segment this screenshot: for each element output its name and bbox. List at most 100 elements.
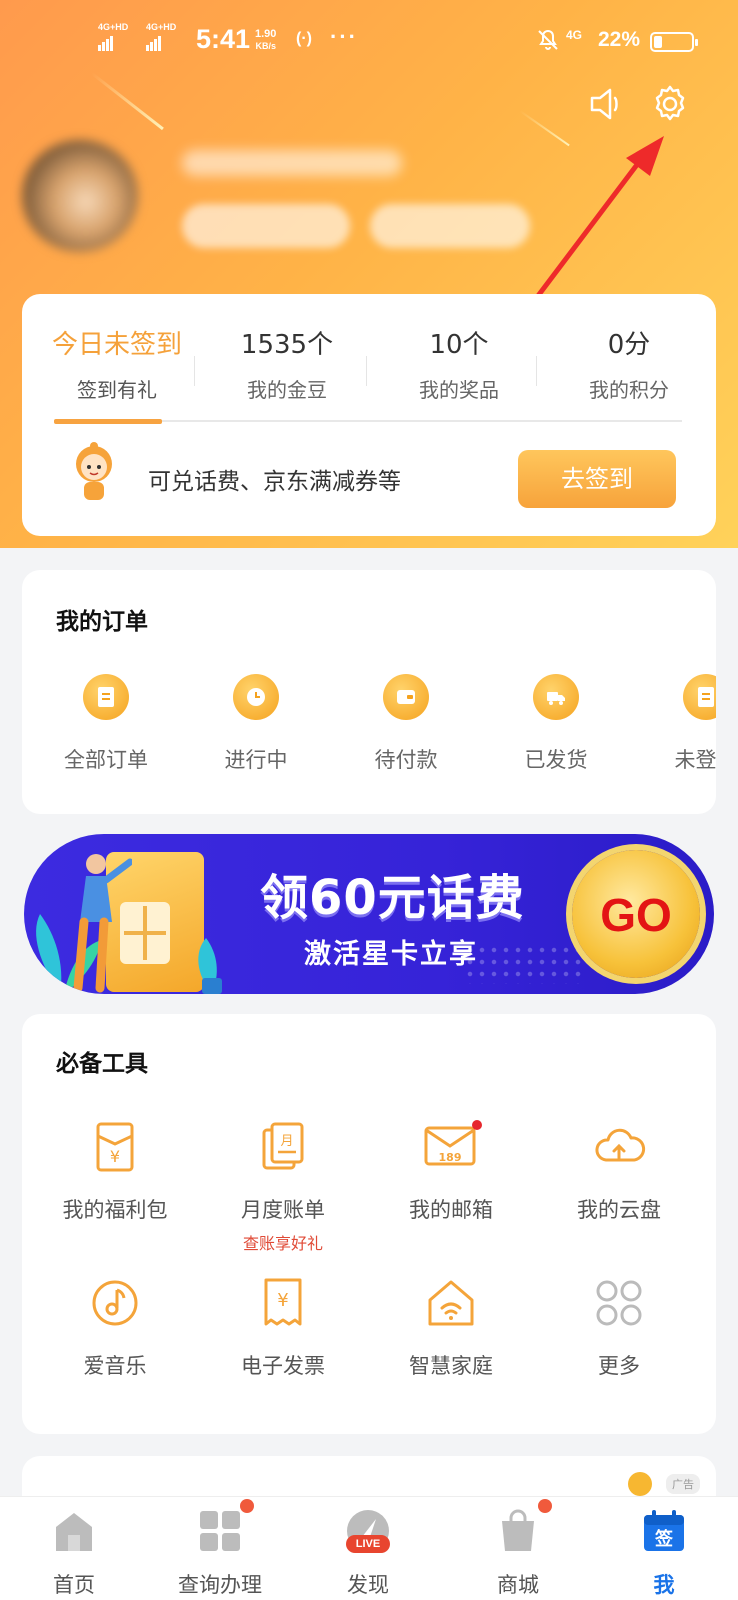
order-pending-payment-label: 待付款 xyxy=(374,748,438,772)
signin-button[interactable]: 去签到 xyxy=(518,450,676,508)
list-icon xyxy=(683,674,716,720)
monthly-bill-icon: 月 xyxy=(256,1120,310,1174)
signin-status: 今日未签到 xyxy=(51,330,182,360)
order-not-logged-in-label: 未登录 xyxy=(674,748,717,772)
promo-banner[interactable]: 领60元话费 激活星卡立享 GO xyxy=(24,834,714,994)
tool-welfare-pack[interactable]: ¥ 我的福利包 xyxy=(30,1120,200,1224)
ad-coin-icon xyxy=(628,1472,652,1496)
notification-dot xyxy=(472,1120,482,1130)
svg-text:¥: ¥ xyxy=(277,1290,288,1311)
order-not-logged-in[interactable]: 未登录 xyxy=(636,674,716,774)
prizes-label: 我的奖品 xyxy=(419,378,499,402)
tab-underline xyxy=(54,419,682,424)
promo-text: 可兑话费、京东满减券等 xyxy=(148,469,401,495)
nav-label: 商城 xyxy=(497,1573,539,1597)
order-all[interactable]: 全部订单 xyxy=(36,674,176,774)
points-card: 今日未签到 签到有礼 1535个 我的金豆 10个 我的奖品 0分 我的积分 可… xyxy=(22,294,716,536)
notification-dot xyxy=(538,1499,552,1513)
order-in-progress-label: 进行中 xyxy=(224,748,288,772)
tool-mailbox[interactable]: 189 我的邮箱 xyxy=(366,1120,536,1224)
mascot-icon xyxy=(66,442,122,506)
divider xyxy=(366,356,367,386)
divider xyxy=(536,356,537,386)
tab-signin[interactable]: 今日未签到 签到有礼 xyxy=(32,294,202,414)
svg-text:¥: ¥ xyxy=(110,1147,120,1166)
tool-monthly-bill[interactable]: 月 月度账单 查账享好礼 xyxy=(198,1120,368,1254)
list-icon xyxy=(83,674,129,720)
order-shipped-label: 已发货 xyxy=(524,748,588,772)
order-pending-payment[interactable]: 待付款 xyxy=(336,674,476,774)
mail-189-text: 189 xyxy=(439,1151,462,1164)
tool-smart-home[interactable]: 智慧家庭 xyxy=(366,1276,536,1380)
nav-mall[interactable]: 商城 xyxy=(458,1499,578,1599)
tool-label: 我的邮箱 xyxy=(409,1198,493,1222)
tab-points[interactable]: 0分 我的积分 xyxy=(544,294,714,414)
tool-e-invoice[interactable]: ¥ 电子发票 xyxy=(198,1276,368,1380)
gold-beans-value: 1535个 xyxy=(240,330,334,360)
nav-label: 首页 xyxy=(53,1573,95,1597)
order-shipped[interactable]: 已发货 xyxy=(486,674,626,774)
nav-query[interactable]: 查询办理 xyxy=(160,1499,280,1599)
order-overflow-clip: 未登录 xyxy=(622,570,716,814)
nav-me[interactable]: 签 我 xyxy=(604,1507,724,1599)
music-icon xyxy=(88,1276,142,1330)
tab-gold-beans[interactable]: 1535个 我的金豆 xyxy=(202,294,372,414)
tab-prizes[interactable]: 10个 我的奖品 xyxy=(374,294,544,414)
plant-decoration-icon xyxy=(198,938,222,994)
cloud-icon xyxy=(592,1120,646,1174)
orders-card: 我的订单 全部订单 进行中 待付款 已发货 未登录 xyxy=(22,570,716,814)
section-title: 必备工具 xyxy=(56,1051,148,1077)
nav-discover[interactable]: LIVE 发现 xyxy=(308,1507,428,1599)
shopping-bag-icon xyxy=(494,1499,552,1555)
divider xyxy=(194,356,195,386)
notification-dot xyxy=(240,1499,254,1513)
points-label: 我的积分 xyxy=(589,378,669,402)
tool-sublabel: 查账享好礼 xyxy=(242,1234,323,1253)
tool-label: 我的福利包 xyxy=(62,1198,168,1222)
gold-beans-label: 我的金豆 xyxy=(247,378,327,402)
go-button[interactable]: GO xyxy=(572,850,700,978)
nav-label: 我 xyxy=(653,1573,675,1597)
section-title: 我的订单 xyxy=(56,609,148,635)
grid-icon xyxy=(196,1499,254,1555)
wallet-icon xyxy=(383,674,429,720)
tool-label: 月度账单 xyxy=(241,1198,325,1222)
smart-home-icon xyxy=(424,1276,478,1330)
bottom-nav: 首页 查询办理 LIVE 发现 商城 签 我 xyxy=(0,1496,738,1600)
signin-label: 签到有礼 xyxy=(77,378,157,402)
svg-text:月: 月 xyxy=(280,1134,293,1149)
tool-music[interactable]: 爱音乐 xyxy=(30,1276,200,1380)
invoice-icon: ¥ xyxy=(256,1276,310,1330)
tool-label: 智慧家庭 xyxy=(409,1354,493,1378)
tool-cloud-drive[interactable]: 我的云盘 xyxy=(534,1120,704,1224)
tool-label: 更多 xyxy=(598,1354,640,1378)
banner-subtext: 激活星卡立享 xyxy=(304,939,478,970)
person-illustration-icon xyxy=(73,854,132,993)
tools-card: 必备工具 ¥ 我的福利包 月 月度账单 查账享好礼 189 我的邮箱 我的云盘 … xyxy=(22,1014,716,1434)
truck-icon xyxy=(533,674,579,720)
nav-home[interactable]: 首页 xyxy=(14,1507,134,1599)
decorative-dots xyxy=(464,944,584,984)
home-icon xyxy=(50,1507,98,1555)
ad-badge: 广告 xyxy=(666,1474,700,1494)
nav-label: 发现 xyxy=(347,1573,389,1597)
points-value: 0分 xyxy=(607,330,651,360)
tool-more[interactable]: 更多 xyxy=(534,1276,704,1380)
tool-label: 我的云盘 xyxy=(577,1198,661,1222)
mail-189-icon: 189 xyxy=(422,1120,482,1174)
more-grid-icon xyxy=(592,1276,646,1330)
banner-headline: 领60元话费 xyxy=(260,870,525,926)
sign-badge: 签 xyxy=(655,1529,673,1550)
live-badge: LIVE xyxy=(346,1535,390,1553)
tool-label: 电子发票 xyxy=(241,1354,325,1378)
go-label: GO xyxy=(600,889,672,941)
tool-label: 爱音乐 xyxy=(83,1354,147,1378)
nav-label: 查询办理 xyxy=(178,1573,262,1597)
welfare-pack-icon: ¥ xyxy=(88,1120,142,1174)
order-all-label: 全部订单 xyxy=(64,748,148,772)
active-tab-indicator xyxy=(54,419,162,424)
order-in-progress[interactable]: 进行中 xyxy=(186,674,326,774)
live-icon: LIVE xyxy=(344,1507,392,1555)
prizes-value: 10个 xyxy=(429,330,489,360)
clock-icon xyxy=(233,674,279,720)
